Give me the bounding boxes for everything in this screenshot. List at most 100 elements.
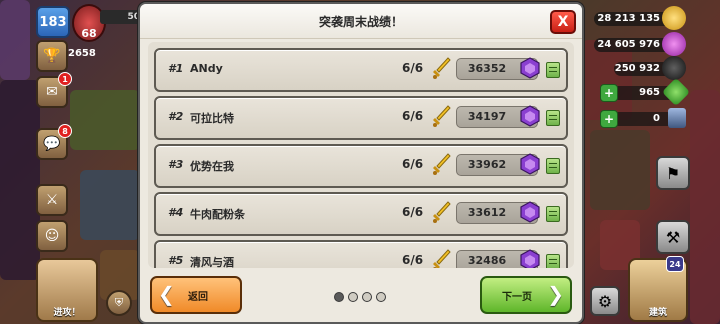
page-indicator	[334, 292, 386, 302]
builder-badge: 24	[666, 256, 684, 272]
dialog-header: 突袭周末战绩！ X	[140, 4, 582, 39]
bg-building	[80, 170, 140, 240]
gems-bar: + 965	[600, 77, 691, 107]
raid-medal-icon	[520, 249, 540, 268]
next-label: 下一页	[502, 292, 532, 303]
sword-icon	[433, 57, 451, 79]
row-rank: #5	[168, 254, 184, 267]
elixir-bar: 24 605 976	[594, 32, 686, 56]
raid-medal-icon	[520, 153, 540, 175]
details-icon[interactable]	[546, 62, 560, 78]
close-button[interactable]: X	[550, 10, 576, 34]
trophy-button[interactable]: 🏆	[36, 40, 68, 72]
score-pill: 33612	[456, 201, 540, 224]
attack-label: 进攻！	[53, 308, 81, 318]
leaderboard-list[interactable]: #1 ANdy 6/6 36352 #2 可拉比特 6/6 34197 #3 优…	[148, 42, 574, 268]
dialog-title: 突袭周末战绩！	[318, 15, 403, 29]
details-icon[interactable]	[546, 254, 560, 268]
player-level: 183	[39, 14, 67, 30]
attack-button[interactable]: 进攻！	[36, 258, 98, 322]
bg-building	[590, 130, 650, 210]
table-row[interactable]: #3 优势在我 6/6 33962	[154, 144, 568, 188]
customize-button[interactable]: ⚑	[656, 156, 690, 190]
row-player-name: 牛肉配粉条	[190, 208, 245, 221]
details-icon[interactable]	[546, 158, 560, 174]
elixir-amount: 24 605 976	[597, 39, 660, 50]
gold-amount: 28 213 135	[597, 13, 660, 24]
bg-terrain	[0, 80, 40, 280]
pennant-icon: ⚑	[665, 163, 681, 183]
table-row[interactable]: #5 清风与酒 6/6 32486	[154, 240, 568, 268]
table-row[interactable]: #2 可拉比特 6/6 34197	[154, 96, 568, 140]
score-pill: 32486	[456, 249, 540, 268]
bg-building	[70, 90, 140, 150]
mail-icon: ✉	[46, 84, 58, 100]
page-dot[interactable]	[334, 292, 344, 302]
row-score: 34197	[467, 110, 507, 123]
row-player-name: 清风与酒	[190, 256, 234, 268]
card-icon	[668, 108, 686, 128]
army-button[interactable]: ☺	[36, 220, 68, 252]
dark-elixir-bar: 250 932	[614, 56, 686, 80]
row-rank: #4	[168, 206, 184, 219]
gems-amount: 965	[639, 87, 660, 98]
experience-bar: 50	[100, 10, 142, 24]
details-icon[interactable]	[546, 110, 560, 126]
builder-points-amount: 0	[653, 113, 660, 124]
settings-button[interactable]: ⚙	[590, 286, 620, 316]
chevron-left-icon: ❮	[158, 282, 175, 306]
gold-icon	[662, 6, 686, 30]
gold-bar: 28 213 135	[594, 6, 686, 30]
close-icon: X	[557, 14, 569, 30]
trophy-icon: 🏆	[43, 48, 61, 64]
page-dot[interactable]	[376, 292, 386, 302]
shield-icon: ⛨	[114, 296, 124, 309]
builder-button[interactable]: 24 建筑	[628, 256, 688, 322]
elixir-icon	[662, 32, 686, 56]
mail-button[interactable]: ✉ 1	[36, 72, 72, 108]
table-row[interactable]: #4 牛肉配粉条 6/6 33612	[154, 192, 568, 236]
next-page-button[interactable]: 下一页 ❯	[480, 276, 572, 314]
row-score: 33962	[467, 158, 507, 171]
bg-terrain	[0, 0, 30, 80]
table-row[interactable]: #1 ANdy 6/6 36352	[154, 48, 568, 92]
edit-layout-button[interactable]: ⚒	[656, 220, 690, 254]
page-dot[interactable]	[362, 292, 372, 302]
back-label: 返回	[188, 292, 208, 303]
page-dot[interactable]	[348, 292, 358, 302]
row-player-name: 优势在我	[190, 160, 234, 173]
row-attacks: 6/6	[402, 205, 424, 219]
add-gems-icon[interactable]: +	[600, 84, 618, 102]
sword-icon	[433, 153, 451, 175]
row-attacks: 6/6	[402, 157, 424, 171]
raid-medal-icon	[520, 105, 540, 127]
sword-icon	[433, 249, 451, 268]
back-button[interactable]: ❮ 返回	[150, 276, 242, 314]
chat-badge: 8	[58, 124, 72, 138]
row-attacks: 6/6	[402, 253, 424, 267]
hammer-icon: ⚒	[665, 227, 681, 247]
gear-icon: ⚙	[597, 291, 613, 311]
player-level-badge[interactable]: 183	[36, 6, 70, 38]
row-player-name: ANdy	[190, 62, 223, 75]
shield-button[interactable]: ⛨	[106, 290, 132, 316]
row-rank: #1	[168, 62, 184, 75]
war-button[interactable]: ⚔	[36, 184, 68, 216]
raid-medal-icon	[520, 57, 540, 79]
chat-button[interactable]: 💬 8	[36, 124, 72, 160]
score-pill: 33962	[456, 153, 540, 176]
builder-label: 建筑	[648, 308, 667, 318]
crossed-swords-icon: ⚔	[45, 192, 59, 208]
row-score: 32486	[467, 254, 507, 267]
bg-terrain	[690, 90, 720, 324]
bg-building	[582, 40, 632, 120]
row-rank: #2	[168, 110, 184, 123]
mail-badge: 1	[58, 72, 72, 86]
dark-elixir-amount: 250 932	[614, 63, 660, 74]
score-pill: 34197	[456, 105, 540, 128]
row-score: 33612	[467, 206, 507, 219]
add-points-icon[interactable]: +	[600, 110, 618, 128]
builder-points-bar: + 0	[600, 108, 686, 128]
row-attacks: 6/6	[402, 61, 424, 75]
details-icon[interactable]	[546, 206, 560, 222]
